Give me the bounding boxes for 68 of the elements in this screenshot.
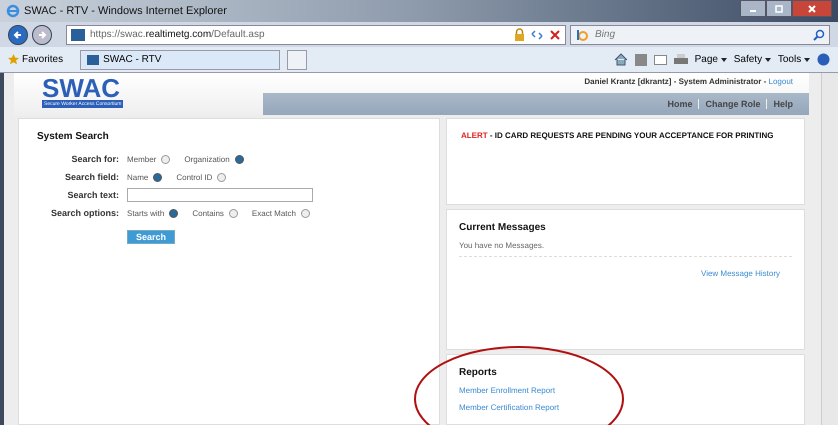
maximize-icon	[775, 4, 783, 12]
stop-icon[interactable]	[549, 28, 561, 40]
browser-logo-icon	[6, 4, 20, 18]
option-label: Contains	[192, 208, 224, 218]
printer-icon[interactable]	[674, 54, 688, 66]
browser-tab[interactable]: SWAC - RTV	[80, 50, 280, 70]
logo-text: SWAC	[42, 76, 120, 100]
mail-icon[interactable]	[654, 54, 667, 64]
caret-icon	[764, 58, 771, 62]
url-text: https://swac.realtimetg.com/Default.asp	[90, 29, 265, 40]
star-icon	[8, 54, 19, 65]
radio-button[interactable]	[300, 208, 310, 218]
forward-arrow-icon	[37, 30, 47, 40]
option-label: Control ID	[176, 172, 212, 182]
message-history-link[interactable]: View Message History	[701, 268, 780, 278]
option-label: Starts with	[127, 208, 164, 218]
close-icon	[808, 4, 816, 12]
field-label: Search field:	[64, 172, 119, 182]
alert-message: - ID CARD REQUESTS ARE PENDING YOUR ACCEPTANCE FOR PRINTING	[490, 131, 774, 140]
field-label: Search options:	[50, 208, 119, 218]
address-field[interactable]: https://swac.realtimetg.com/Default.asp	[66, 24, 566, 44]
lock-icon	[514, 28, 525, 41]
option-label: Member	[127, 154, 156, 164]
field-label: Search for:	[70, 154, 119, 164]
close-button[interactable]	[792, 0, 832, 17]
radio-button[interactable]	[228, 208, 238, 218]
site-icon	[71, 28, 85, 40]
radio-button[interactable]	[153, 172, 162, 182]
caret-icon	[720, 58, 727, 62]
scrollbar[interactable]	[821, 73, 838, 425]
search-button[interactable]: Search	[127, 230, 176, 244]
back-arrow-icon	[13, 30, 23, 40]
caret-icon	[804, 58, 810, 62]
toolbar-menu[interactable]: Page	[694, 54, 727, 65]
report-link[interactable]: Member Certification Report	[459, 403, 792, 412]
empty-message: You have no Messages.	[459, 240, 792, 257]
minimize-button[interactable]	[740, 0, 766, 17]
panel-title: System Search	[37, 131, 110, 142]
maximize-button[interactable]	[766, 0, 792, 17]
nav-link[interactable]: Help	[773, 99, 793, 109]
search-text-field[interactable]	[127, 188, 313, 202]
search-icon[interactable]	[813, 28, 825, 40]
panel-title: Reports	[459, 367, 498, 378]
radio-button[interactable]	[234, 154, 244, 164]
radio-button[interactable]	[161, 154, 170, 164]
logout-link[interactable]: Logout	[768, 77, 793, 86]
bing-logo-icon	[575, 28, 589, 40]
toolbar-menu[interactable]: Tools	[778, 54, 810, 65]
option-label: Name	[127, 172, 148, 182]
panel-title: Current Messages	[459, 222, 547, 233]
alert-label: ALERT	[461, 131, 488, 140]
report-link[interactable]: Member Enrollment Report	[459, 386, 792, 395]
toolbar-menu[interactable]: Safety	[734, 54, 771, 65]
option-label: Exact Match	[252, 208, 296, 218]
nav-link[interactable]: Home	[667, 99, 692, 109]
radio-button[interactable]	[217, 172, 226, 182]
radio-button[interactable]	[169, 208, 178, 218]
window-title: SWAC - RTV - Windows Internet Explorer	[24, 5, 227, 17]
search-box[interactable]: Bing	[570, 24, 830, 44]
forward-button[interactable]	[32, 24, 52, 44]
favorites-button[interactable]: Favorites	[8, 54, 64, 65]
back-button[interactable]	[8, 24, 28, 44]
user-info: Daniel Krantz [dkrantz] - System Administrator -	[584, 77, 766, 86]
nav-link[interactable]: Change Role	[705, 99, 760, 109]
option-label: Organization	[184, 154, 230, 164]
search-field[interactable]: Bing	[593, 28, 809, 41]
home-icon[interactable]	[614, 53, 628, 66]
field-label: Search text:	[66, 190, 119, 200]
